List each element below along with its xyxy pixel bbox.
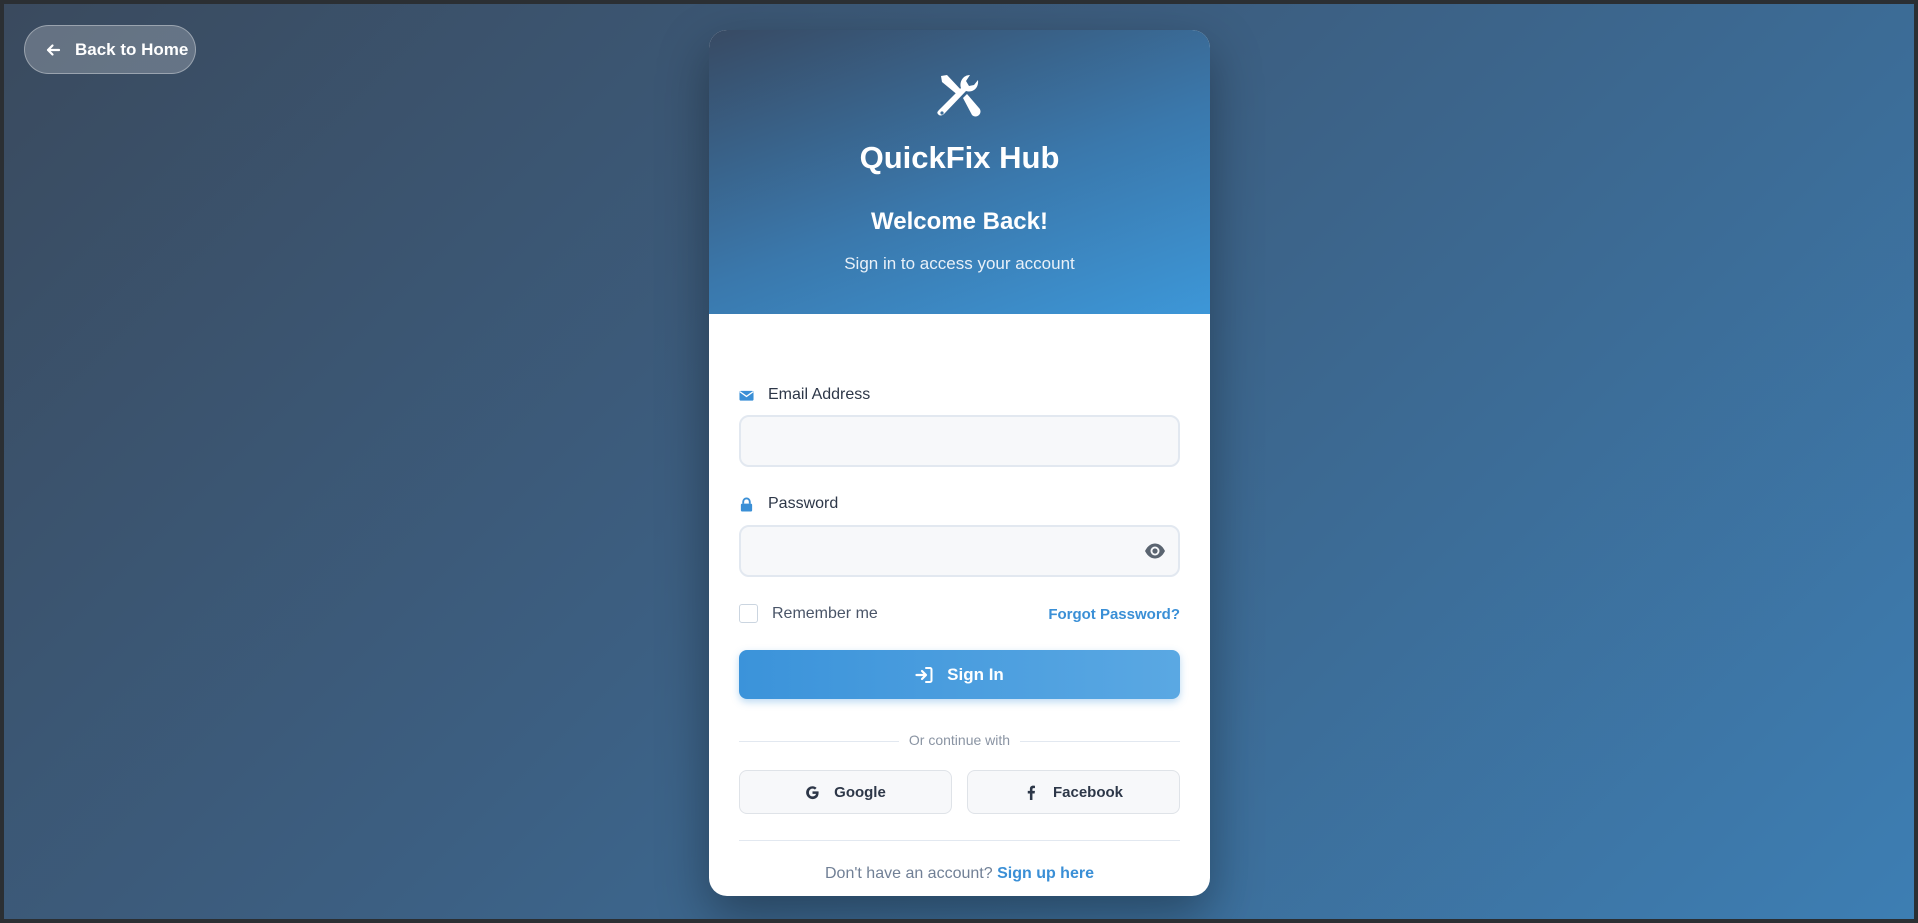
forgot-password-link[interactable]: Forgot Password? (1048, 606, 1180, 623)
back-to-home-button[interactable]: Back to Home (24, 25, 196, 74)
email-label-text: Email Address (768, 386, 871, 403)
footer-divider (739, 840, 1180, 841)
google-icon (806, 785, 819, 799)
envelope-icon (739, 390, 754, 401)
brand-title: QuickFix Hub (859, 140, 1060, 175)
facebook-icon (1027, 785, 1035, 800)
password-label-text: Password (768, 495, 839, 512)
divider-text: Or continue with (898, 732, 1021, 748)
email-field[interactable] (739, 415, 1180, 467)
sign-in-icon (915, 666, 933, 683)
facebook-button[interactable]: Facebook (967, 770, 1180, 814)
lock-icon (740, 497, 753, 512)
card-header: QuickFix Hub Welcome Back! Sign in to ac… (709, 30, 1210, 314)
login-card: QuickFix Hub Welcome Back! Sign in to ac… (709, 30, 1210, 896)
password-field[interactable] (739, 525, 1180, 577)
sign-in-button[interactable]: Sign In (739, 650, 1180, 699)
sign-in-label: Sign In (947, 664, 1004, 684)
remember-me-label: Remember me (772, 604, 878, 622)
remember-me: Remember me (739, 604, 878, 623)
remember-me-checkbox[interactable] (739, 604, 758, 623)
arrow-left-icon (46, 43, 61, 56)
signup-prompt-text: Don't have an account? (825, 865, 993, 882)
divider: Or continue with (739, 732, 1180, 748)
signup-prompt: Don't have an account? Sign up here (739, 865, 1180, 883)
email-label: Email Address (739, 386, 870, 404)
eye-icon[interactable] (1144, 540, 1166, 562)
back-to-home-label: Back to Home (75, 39, 189, 59)
password-label: Password (739, 495, 838, 513)
signup-link[interactable]: Sign up here (997, 865, 1094, 882)
google-label: Google (834, 783, 886, 801)
welcome-subtitle: Sign in to access your account (844, 254, 1075, 273)
facebook-label: Facebook (1052, 783, 1124, 801)
welcome-heading: Welcome Back! (871, 208, 1048, 235)
tools-icon (937, 75, 981, 117)
page-background: Back to Home QuickFix Hub Welcome Back! … (4, 4, 1914, 919)
google-button[interactable]: Google (739, 770, 952, 814)
